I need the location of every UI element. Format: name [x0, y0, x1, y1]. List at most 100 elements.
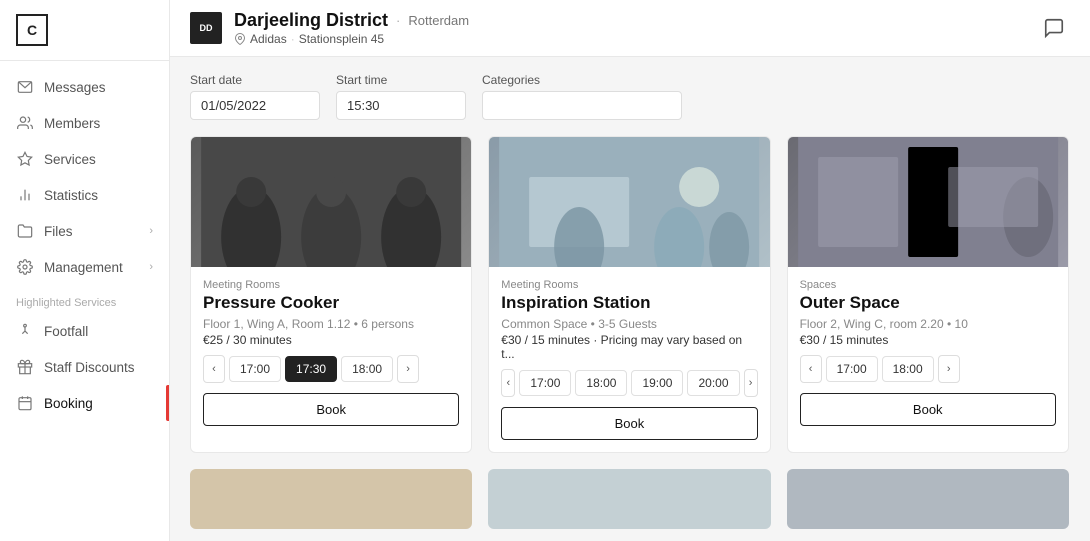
sidebar-item-label: Staff Discounts [44, 360, 135, 375]
sidebar-item-footfall[interactable]: Footfall [0, 313, 169, 349]
folder-icon [16, 222, 34, 240]
cards-grid: Meeting Rooms Pressure Cooker Floor 1, W… [190, 136, 1070, 453]
categories-group: Categories [482, 73, 682, 120]
slot-next-button[interactable]: › [397, 355, 419, 383]
slot-button[interactable]: 17:00 [229, 356, 281, 382]
card-image-1 [489, 137, 769, 267]
card-2: Spaces Outer Space Floor 2, Wing C, room… [787, 136, 1069, 453]
users-icon [16, 114, 34, 132]
card-location: Floor 2, Wing C, room 2.20 • 10 [800, 317, 1056, 331]
settings-icon [16, 258, 34, 276]
sidebar-item-messages[interactable]: Messages [0, 69, 169, 105]
card-category: Meeting Rooms [203, 279, 459, 291]
card-title: Inspiration Station [501, 293, 757, 313]
partner-address: Stationsplein 45 [299, 32, 384, 46]
start-date-label: Start date [190, 73, 320, 87]
card-location: Floor 1, Wing A, Room 1.12 • 6 persons [203, 317, 459, 331]
sidebar: C Messages Members Services Statistics F… [0, 0, 170, 541]
start-time-group: Start time [336, 73, 466, 120]
sidebar-item-members[interactable]: Members [0, 105, 169, 141]
filters-row: Start date Start time Categories [190, 73, 1070, 120]
card-image-0 [191, 137, 471, 267]
sidebar-item-label: Management [44, 260, 123, 275]
preview-card-2 [787, 469, 1069, 529]
location-icon [234, 33, 246, 45]
start-date-group: Start date [190, 73, 320, 120]
gift-icon [16, 358, 34, 376]
sidebar-item-label: Statistics [44, 188, 98, 203]
slot-prev-button[interactable]: ‹ [501, 369, 515, 397]
sidebar-item-label: Booking [44, 396, 93, 411]
sidebar-item-label: Services [44, 152, 96, 167]
sidebar-item-files[interactable]: Files › [0, 213, 169, 249]
book-button[interactable]: Book [501, 407, 757, 440]
card-slots: ‹ 17:0017:3018:00 › [203, 355, 459, 383]
book-button[interactable]: Book [203, 393, 459, 426]
start-time-input[interactable] [336, 91, 466, 120]
card-pricing: €30 / 15 minutes [800, 333, 1056, 347]
sidebar-item-label: Footfall [44, 324, 88, 339]
card-body-2: Spaces Outer Space Floor 2, Wing C, room… [788, 267, 1068, 452]
slot-button[interactable]: 18:00 [341, 356, 393, 382]
sidebar-item-management[interactable]: Management › [0, 249, 169, 285]
chevron-icon: › [149, 225, 153, 237]
card-title: Pressure Cooker [203, 293, 459, 313]
slot-button[interactable]: 17:30 [285, 356, 337, 382]
card-category: Meeting Rooms [501, 279, 757, 291]
calendar-icon [16, 394, 34, 412]
district-badge: DD [190, 12, 222, 44]
card-body-1: Meeting Rooms Inspiration Station Common… [489, 267, 769, 452]
card-pricing: €30 / 15 minutes · Pricing may vary base… [501, 333, 757, 361]
sidebar-item-label: Files [44, 224, 73, 239]
partner-name: Adidas [250, 32, 287, 46]
header-subtitle: Adidas · Stationsplein 45 [234, 32, 469, 46]
location-city: Rotterdam [408, 13, 469, 28]
footfall-icon [16, 322, 34, 340]
sidebar-item-statistics[interactable]: Statistics [0, 177, 169, 213]
card-slots: ‹ 17:0018:0019:0020:00 › [501, 369, 757, 397]
slot-button[interactable]: 18:00 [575, 370, 627, 396]
slot-button[interactable]: 20:00 [687, 370, 739, 396]
sidebar-nav: Messages Members Services Statistics Fil… [0, 61, 169, 541]
slot-button[interactable]: 17:00 [519, 370, 571, 396]
star-icon [16, 150, 34, 168]
sidebar-item-label: Messages [44, 80, 106, 95]
chevron-icon: › [149, 261, 153, 273]
card-location: Common Space • 3-5 Guests [501, 317, 757, 331]
card-image-2 [788, 137, 1068, 267]
header: DD Darjeeling District · Rotterdam Adida… [170, 0, 1090, 57]
card-0: Meeting Rooms Pressure Cooker Floor 1, W… [190, 136, 472, 453]
sidebar-logo: C [0, 0, 169, 61]
header-info: Darjeeling District · Rotterdam Adidas ·… [234, 10, 469, 46]
location-name: Darjeeling District [234, 10, 388, 31]
card-1: Meeting Rooms Inspiration Station Common… [488, 136, 770, 453]
slot-button[interactable]: 18:00 [882, 356, 934, 382]
sidebar-item-staff-discounts[interactable]: Staff Discounts [0, 349, 169, 385]
slot-next-button[interactable]: › [938, 355, 960, 383]
card-pricing: €25 / 30 minutes [203, 333, 459, 347]
main-content: DD Darjeeling District · Rotterdam Adida… [170, 0, 1090, 541]
slot-next-button[interactable]: › [744, 369, 758, 397]
slot-prev-button[interactable]: ‹ [203, 355, 225, 383]
card-title: Outer Space [800, 293, 1056, 313]
start-date-input[interactable] [190, 91, 320, 120]
mail-icon [16, 78, 34, 96]
chart-icon [16, 186, 34, 204]
book-button[interactable]: Book [800, 393, 1056, 426]
preview-cards-row [190, 469, 1070, 529]
preview-card-1 [488, 469, 770, 529]
card-slots: ‹ 17:0018:00 › [800, 355, 1056, 383]
preview-card-0 [190, 469, 472, 529]
card-body-0: Meeting Rooms Pressure Cooker Floor 1, W… [191, 267, 471, 452]
categories-label: Categories [482, 73, 682, 87]
slot-prev-button[interactable]: ‹ [800, 355, 822, 383]
sidebar-item-booking[interactable]: Booking [0, 385, 169, 421]
chat-icon-button[interactable] [1038, 12, 1070, 44]
slot-button[interactable]: 17:00 [826, 356, 878, 382]
card-category: Spaces [800, 279, 1056, 291]
sidebar-item-services[interactable]: Services [0, 141, 169, 177]
app-logo: C [16, 14, 48, 46]
categories-input[interactable] [482, 91, 682, 120]
slot-button[interactable]: 19:00 [631, 370, 683, 396]
chat-icon [1043, 17, 1065, 39]
